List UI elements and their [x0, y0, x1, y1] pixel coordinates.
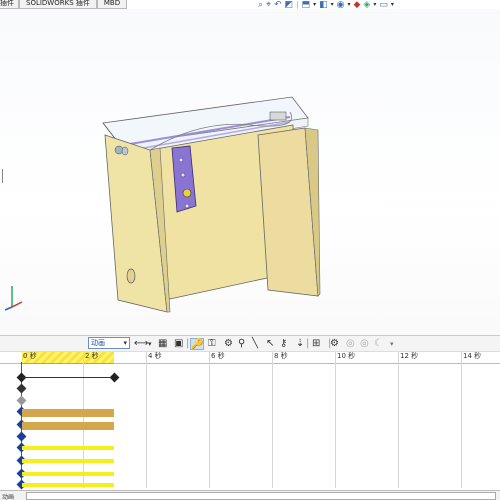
chevron-down-icon[interactable]: ▾ — [148, 338, 152, 350]
status-bar: 动画 — [0, 490, 500, 500]
hinge — [121, 146, 129, 156]
time-label: 4 秒 — [148, 352, 162, 360]
motion-manager-toolbar: 动画 ⟷ ▾ ▦ ▣ | 🔑 ⚿ ⚙ ⚲ ╲ ↖ ⚷ ⇣ | ⊞ | ⚙ ◎ ◎… — [0, 335, 500, 351]
play-from-start-icon[interactable]: ▦ — [158, 338, 167, 350]
duration-line — [22, 377, 112, 378]
motor-icon[interactable]: ⚙ — [224, 338, 233, 350]
time-label: 0 秒 — [23, 352, 37, 360]
gravity-icon[interactable]: ↖ — [266, 338, 274, 350]
chevron-down-icon[interactable]: ▾ — [390, 338, 394, 350]
time-label: 2 秒 — [85, 352, 99, 360]
time-gridline — [83, 352, 84, 488]
spring-icon[interactable]: ⚲ — [238, 338, 245, 350]
time-gridline — [209, 352, 210, 488]
time-gridline — [461, 352, 462, 488]
tab-mbd[interactable]: MBD — [96, 0, 128, 9]
component-change-bar[interactable] — [22, 422, 114, 430]
time-label: 6 秒 — [211, 352, 225, 360]
reference-triad-icon — [4, 286, 23, 311]
panel-hole — [126, 268, 136, 284]
time-label: 14 秒 — [463, 352, 482, 360]
study-type-select[interactable]: 动画 — [88, 337, 130, 349]
contact-icon[interactable]: ╲ — [252, 338, 258, 350]
bracket-pivot — [182, 188, 192, 198]
tab-addins[interactable]: 插件 — [0, 0, 19, 9]
toolbar-separator: | — [306, 338, 310, 349]
key-point[interactable] — [16, 431, 27, 442]
appearance-change-bar[interactable] — [22, 459, 114, 463]
layout-icon[interactable]: ◎ — [360, 338, 369, 350]
bracket-bolt — [180, 172, 186, 178]
solidworks-window: { "tabs": ["插件", "SOLIDWORKS 插件", "MBD"]… — [0, 0, 500, 500]
assembly-model[interactable] — [0, 9, 500, 335]
force-icon[interactable]: ⚷ — [280, 338, 287, 350]
time-ruler[interactable]: 0 秒 2 秒 4 秒 6 秒 8 秒 10 秒 12 秒 14 秒 — [0, 352, 500, 364]
component-change-bar[interactable] — [22, 409, 114, 417]
graphics-area[interactable] — [0, 9, 500, 335]
motion-study-properties-icon[interactable]: ⚙ — [330, 338, 339, 350]
time-label: 10 秒 — [337, 352, 356, 360]
camera-icon[interactable]: ☾ — [374, 338, 383, 350]
collapse-icon[interactable]: ◎ — [346, 338, 355, 350]
time-gridline — [272, 352, 273, 488]
toolbar-separator: | — [186, 338, 190, 349]
key-point[interactable] — [16, 383, 27, 394]
status-field — [26, 492, 496, 500]
appearance-change-bar[interactable] — [22, 446, 114, 450]
save-animation-icon[interactable]: ▣ — [174, 338, 183, 350]
appearance-change-bar[interactable] — [22, 472, 114, 476]
time-gridline — [335, 352, 336, 488]
calculate-icon[interactable]: ⟷ — [134, 338, 148, 350]
tab-solidworks-addins[interactable]: SOLIDWORKS 插件 — [19, 0, 97, 9]
hinge — [114, 145, 124, 155]
bracket-bolt — [178, 157, 184, 163]
autokey-icon[interactable]: 🔑 — [190, 338, 204, 350]
appearance-change-bar[interactable] — [22, 483, 114, 487]
bracket-bolt — [184, 203, 190, 209]
status-label: 动画 — [2, 494, 15, 500]
time-gridline — [146, 352, 147, 488]
time-label: 8 秒 — [274, 352, 288, 360]
time-gridline — [398, 352, 399, 488]
key-point[interactable] — [16, 395, 27, 406]
add-update-key-icon[interactable]: ⚿ — [208, 338, 216, 350]
command-manager-tabs: 插件 SOLIDWORKS 插件 MBD — [0, 0, 128, 9]
time-label: 12 秒 — [400, 352, 419, 360]
results-plots-icon[interactable]: ⊞ — [312, 338, 320, 350]
end-bracket — [269, 111, 287, 121]
motion-timeline[interactable]: 0 秒 2 秒 4 秒 6 秒 8 秒 10 秒 12 秒 14 秒 — [0, 351, 500, 490]
damper-icon[interactable]: ⇣ — [296, 338, 304, 350]
